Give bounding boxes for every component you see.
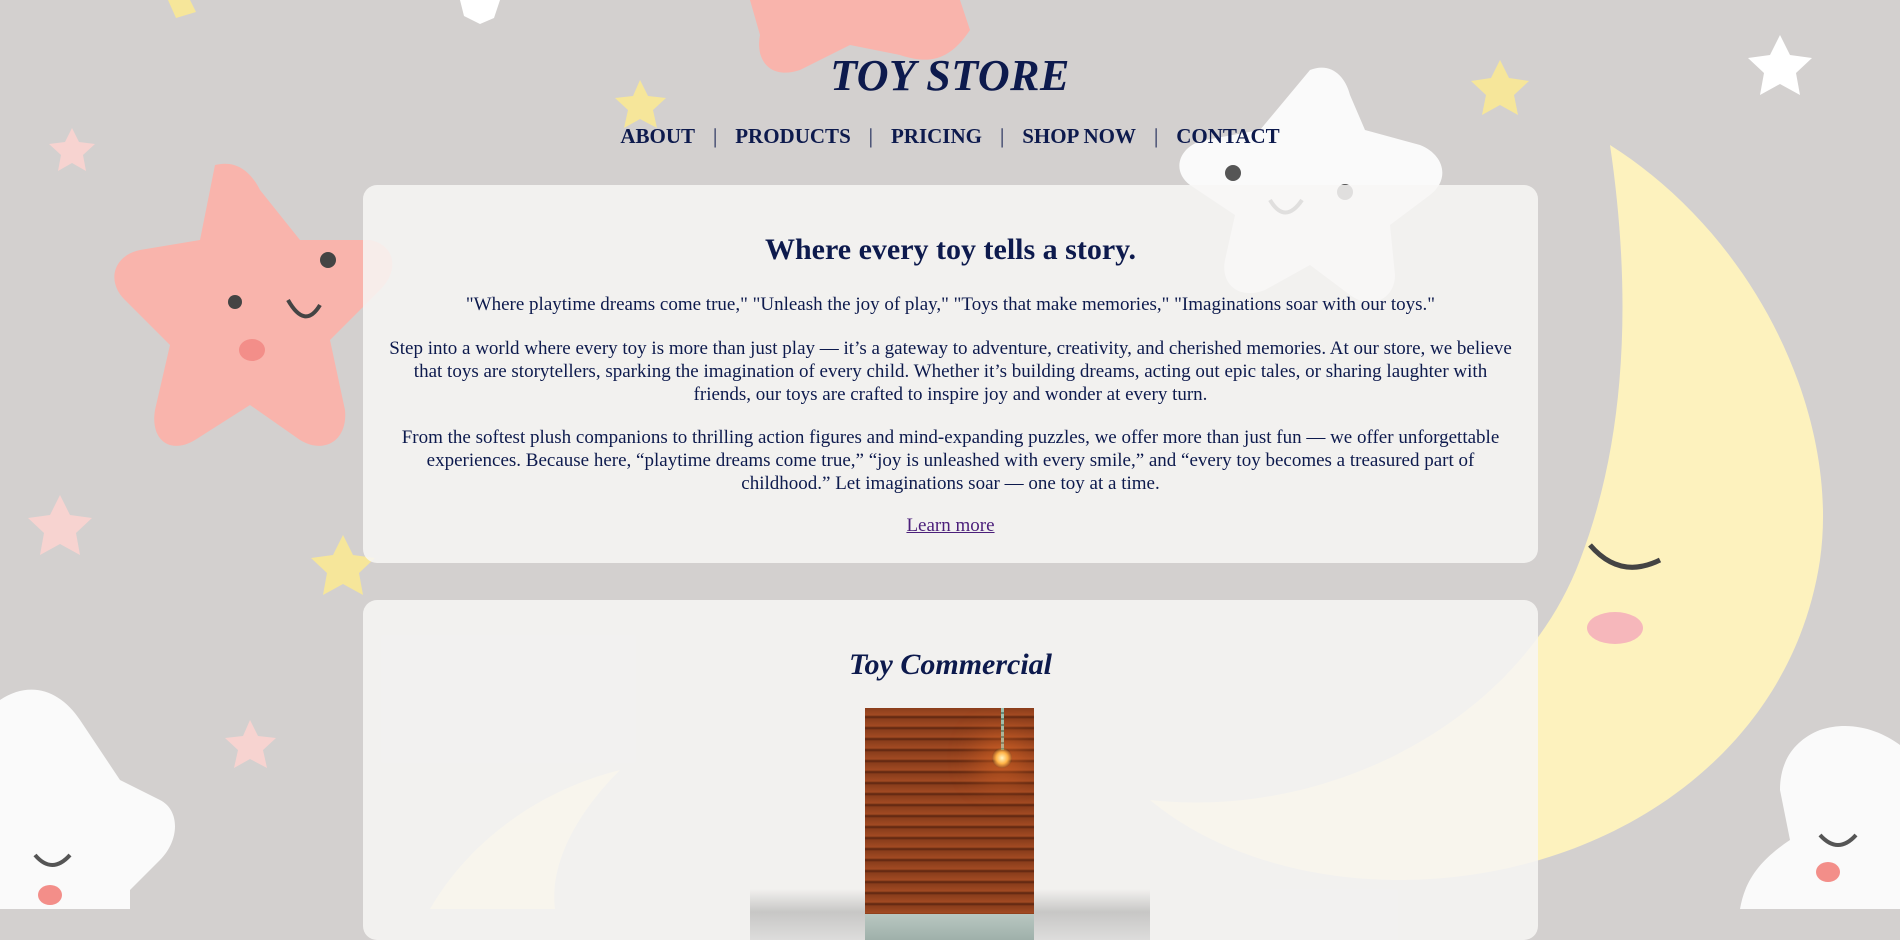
commercial-video[interactable]: [865, 708, 1034, 940]
nav-about[interactable]: ABOUT: [620, 124, 695, 149]
light-bulb-icon: [992, 748, 1012, 768]
white-star-bottom-left: [0, 689, 175, 909]
commercial-video-area: [750, 708, 1150, 940]
nav-pricing[interactable]: PRICING: [891, 124, 982, 149]
intro-heading: Where every toy tells a story.: [764, 233, 1136, 266]
intro-slogans: "Where playtime dreams come true," "Unle…: [465, 294, 1436, 315]
lamp-cord: [1001, 708, 1004, 750]
nav-shop-now[interactable]: SHOP NOW: [1022, 124, 1136, 149]
nav-products[interactable]: PRODUCTS: [735, 124, 851, 149]
floor-image: [865, 914, 1034, 940]
pink-star: [114, 163, 393, 446]
commercial-heading: Toy Commercial: [848, 648, 1053, 681]
learn-more-link[interactable]: Learn more: [906, 515, 994, 536]
nav-separator: |: [868, 124, 873, 148]
learn-more-wrapper: Learn more: [363, 515, 1538, 537]
site-title: TOY STORE: [830, 51, 1070, 100]
nav-separator: |: [1153, 124, 1159, 148]
white-star-bottom-right: [1740, 725, 1900, 909]
nav-separator: |: [713, 124, 718, 148]
main-nav: ABOUT | PRODUCTS | PRICING | SHOP NOW | …: [0, 124, 1900, 149]
nav-contact[interactable]: CONTACT: [1176, 124, 1279, 149]
intro-paragraph-2: From the softest plush companions to thr…: [401, 427, 1500, 494]
nav-separator: |: [999, 124, 1005, 148]
wood-wall-image: [865, 708, 1034, 914]
commercial-section: Toy Commercial: [363, 600, 1538, 940]
intro-paragraph-1: Step into a world where every toy is mor…: [389, 338, 1512, 405]
intro-section: Where every toy tells a story. "Where pl…: [363, 185, 1538, 563]
